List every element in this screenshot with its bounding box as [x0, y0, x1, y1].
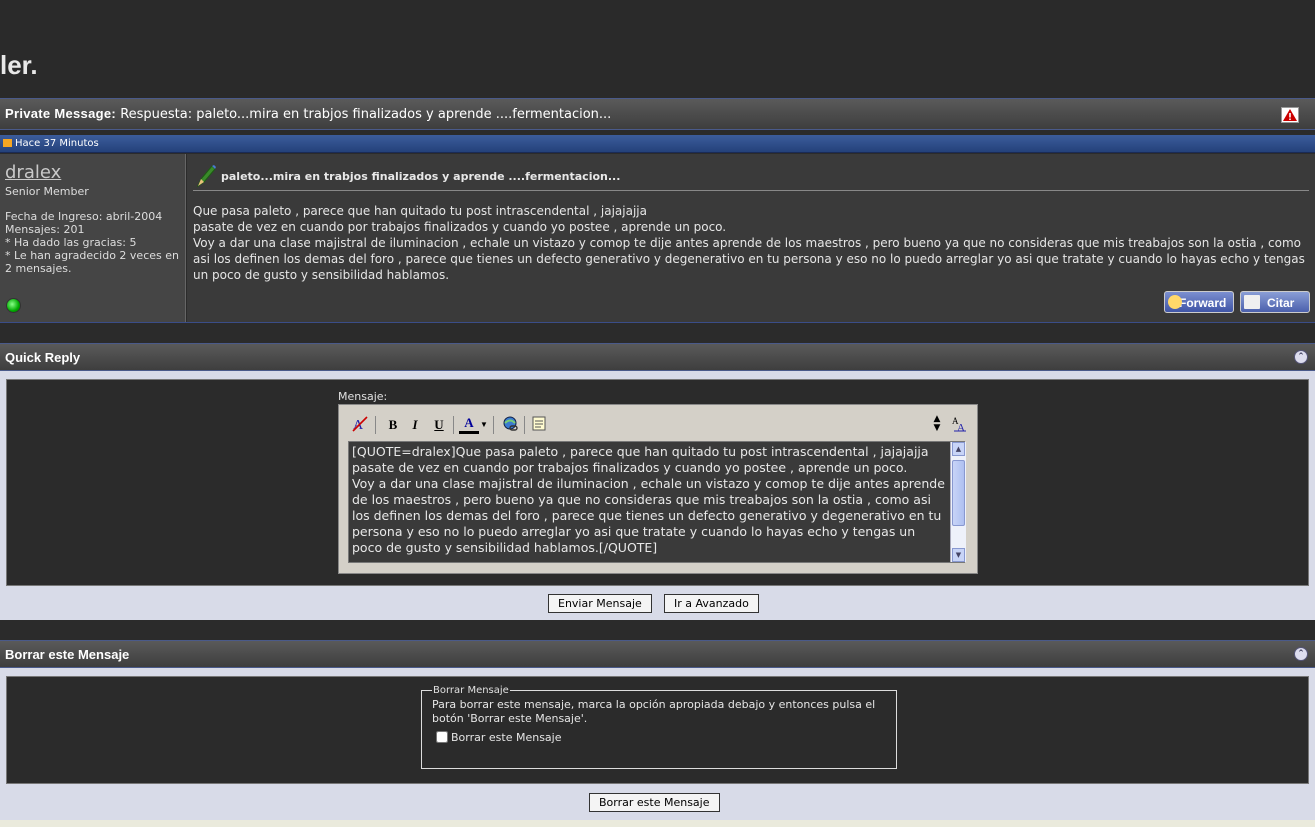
- delete-legend: Borrar Mensaje: [433, 685, 509, 696]
- delete-description: Para borrar este mensaje, marca la opció…: [432, 698, 876, 725]
- quote-label: Citar: [1267, 296, 1295, 310]
- message-textarea[interactable]: [348, 441, 965, 563]
- bottom-strip: [0, 820, 1315, 827]
- message-count: Mensajes: 201: [5, 223, 85, 236]
- top-banner: ler.: [0, 0, 1315, 98]
- thanks-received: * Le han agradecido 2 veces en 2 mensaje…: [5, 249, 179, 275]
- message-line: Voy a dar una clase majistral de ilumina…: [193, 236, 1305, 282]
- folder-icon: [3, 139, 12, 147]
- online-status-icon: [6, 298, 21, 313]
- pm-colon: :: [111, 106, 117, 121]
- bold-button[interactable]: B: [383, 415, 403, 435]
- post-date: Hace 37 Minutos: [15, 138, 99, 149]
- thanks-given: * Ha dado las gracias: 5: [5, 236, 137, 249]
- collapse-icon[interactable]: ⌃: [1294, 647, 1308, 661]
- message-title: paleto...mira en trabjos finalizados y a…: [221, 170, 621, 183]
- private-message-header: Private Message: Respuesta: paleto...mir…: [0, 98, 1315, 130]
- message-text: Que pasa paleto , parece que han quitado…: [193, 203, 1309, 283]
- pm-label: Private Message: [5, 106, 112, 121]
- send-message-button[interactable]: Enviar Mensaje: [548, 594, 652, 613]
- quick-reply-panel: Mensaje: A B I U A ▼: [0, 371, 1315, 620]
- underline-button[interactable]: U: [429, 415, 449, 435]
- quick-reply-header: Quick Reply ⌃: [0, 343, 1315, 371]
- switch-editor-mode-icon[interactable]: AA: [950, 415, 970, 435]
- resize-icon[interactable]: ▲ ▼: [927, 415, 947, 435]
- delete-checkbox[interactable]: [436, 731, 448, 743]
- forward-icon: [1168, 295, 1182, 309]
- go-advanced-button[interactable]: Ir a Avanzado: [664, 594, 759, 613]
- forward-button[interactable]: Forward: [1164, 291, 1234, 313]
- delete-checkbox-label: Borrar este Mensaje: [451, 731, 562, 744]
- report-warning-icon[interactable]: [1281, 107, 1299, 123]
- message-line: pasate de vez en cuando por trabajos fin…: [193, 220, 727, 234]
- banner-title: ler.: [0, 50, 38, 80]
- insert-link-icon[interactable]: [500, 415, 520, 435]
- post: dralex Senior Member Fecha de Ingreso: a…: [0, 154, 1315, 323]
- quote-icon: [1244, 295, 1260, 309]
- pencil-icon: [195, 164, 217, 192]
- delete-message-panel: Borrar Mensaje Para borrar este mensaje,…: [0, 668, 1315, 820]
- delete-checkbox-row: Borrar este Mensaje: [432, 731, 886, 744]
- delete-message-body: Borrar Mensaje Para borrar este mensaje,…: [6, 676, 1309, 784]
- user-title: Senior Member: [5, 185, 89, 198]
- italic-button[interactable]: I: [405, 415, 425, 435]
- textarea-scrollbar[interactable]: ▲ ▼: [950, 442, 966, 562]
- delete-message-header: Borrar este Mensaje ⌃: [0, 640, 1315, 668]
- chevron-down-icon[interactable]: ▼: [479, 415, 489, 435]
- delete-message-button[interactable]: Borrar este Mensaje: [589, 793, 720, 812]
- delete-fieldset: Borrar Mensaje Para borrar este mensaje,…: [421, 685, 897, 769]
- post-date-bar: Hace 37 Minutos: [0, 135, 1315, 153]
- quick-reply-body: Mensaje: A B I U A ▼: [6, 379, 1309, 586]
- font-color-button[interactable]: A: [459, 415, 479, 434]
- message-body: paleto...mira en trabjos finalizados y a…: [187, 154, 1315, 322]
- quote-insert-icon[interactable]: [529, 415, 549, 435]
- join-date: Fecha de Ingreso: abril-2004: [5, 210, 163, 223]
- scroll-up-icon[interactable]: ▲: [952, 442, 965, 456]
- message-line: Que pasa paleto , parece que han quitado…: [193, 204, 647, 218]
- username-link[interactable]: dralex: [5, 162, 180, 183]
- collapse-icon[interactable]: ⌃: [1294, 350, 1308, 364]
- scroll-down-icon[interactable]: ▼: [952, 548, 965, 562]
- editor-toolbar: A B I U A ▼ ▲▼ AA: [345, 411, 971, 439]
- user-info-panel: dralex Senior Member Fecha de Ingreso: a…: [0, 154, 186, 322]
- delete-section-title: Borrar este Mensaje: [5, 647, 130, 662]
- quote-button[interactable]: Citar: [1240, 291, 1310, 313]
- scroll-thumb[interactable]: [952, 460, 965, 526]
- reply-editor: A B I U A ▼ ▲▼ AA: [338, 404, 978, 574]
- pm-subject: Respuesta: paleto...mira en trabjos fina…: [120, 107, 612, 122]
- message-label: Mensaje:: [338, 390, 388, 403]
- message-title-row: paleto...mira en trabjos finalizados y a…: [193, 160, 1309, 191]
- quick-reply-title: Quick Reply: [5, 350, 81, 365]
- forward-label: Forward: [1179, 296, 1227, 310]
- remove-format-icon[interactable]: A: [350, 415, 370, 435]
